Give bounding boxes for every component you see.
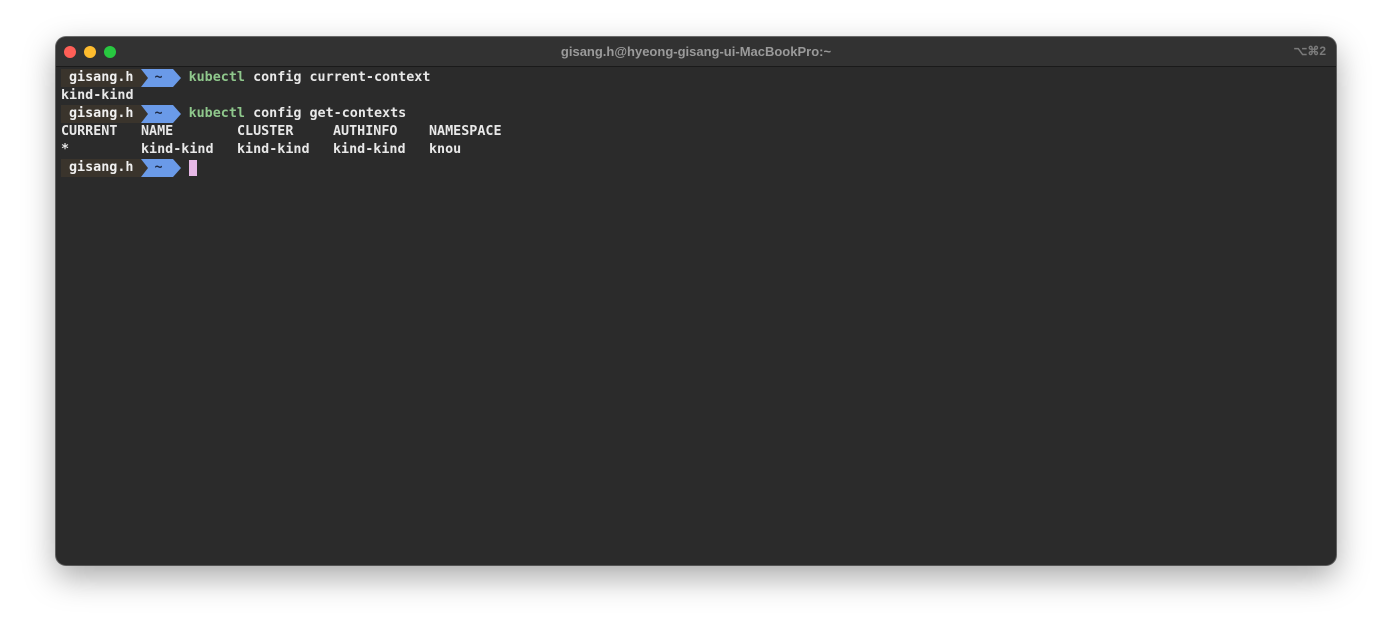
command-name: kubectl xyxy=(188,70,245,85)
table-header-row: CURRENT NAME CLUSTER AUTHINFO NAMESPACE xyxy=(61,123,1331,141)
command-name: kubectl xyxy=(188,106,245,121)
command-text: kubectl config get-contexts xyxy=(189,105,407,123)
command-args: config get-contexts xyxy=(253,106,407,121)
table-cell: kind-kind xyxy=(333,142,406,157)
prompt-arrow-icon xyxy=(172,69,181,87)
output-line: kind-kind xyxy=(61,88,134,103)
table-header-cell: CLUSTER xyxy=(237,124,294,139)
prompt-arrow-icon xyxy=(172,105,181,123)
window-title: gisang.h@hyeong-gisang-ui-MacBookPro:~ xyxy=(560,44,832,59)
window-shortcut: ⌥⌘2 xyxy=(1293,44,1326,58)
prompt-line: gisang.h ~ xyxy=(61,159,1331,177)
prompt-arrow-icon xyxy=(172,159,181,177)
terminal-window: gisang.h@hyeong-gisang-ui-MacBookPro:~ ⌥… xyxy=(56,37,1336,565)
table-cell: * xyxy=(61,142,70,157)
prompt-directory: ~ xyxy=(140,159,173,177)
table-header-cell: CURRENT xyxy=(61,124,118,139)
command-args: config current-context xyxy=(253,70,431,85)
table-cell: kind-kind xyxy=(237,142,310,157)
title-bar[interactable]: gisang.h@hyeong-gisang-ui-MacBookPro:~ ⌥… xyxy=(56,37,1336,67)
prompt-user: gisang.h xyxy=(61,69,141,87)
table-cell: knou xyxy=(429,142,462,157)
table-header-cell: NAMESPACE xyxy=(429,124,502,139)
text-cursor[interactable] xyxy=(188,160,197,176)
prompt-directory: ~ xyxy=(140,105,173,123)
prompt-directory: ~ xyxy=(140,69,173,87)
terminal-content[interactable]: gisang.h ~ kubectl config current-context … xyxy=(61,69,1331,177)
table-header-cell: AUTHINFO xyxy=(333,124,398,139)
prompt-line: gisang.h ~ kubectl config get-contexts xyxy=(61,105,1331,123)
table-row: * kind-kind kind-kind kind-kind knou xyxy=(61,141,1331,159)
prompt-user: gisang.h xyxy=(61,159,141,177)
command-text: kubectl config current-context xyxy=(189,69,431,87)
prompt-user: gisang.h xyxy=(61,105,141,123)
table-cell: kind-kind xyxy=(141,142,214,157)
table-header-cell: NAME xyxy=(141,124,174,139)
prompt-line: gisang.h ~ kubectl config current-context xyxy=(61,69,1331,87)
